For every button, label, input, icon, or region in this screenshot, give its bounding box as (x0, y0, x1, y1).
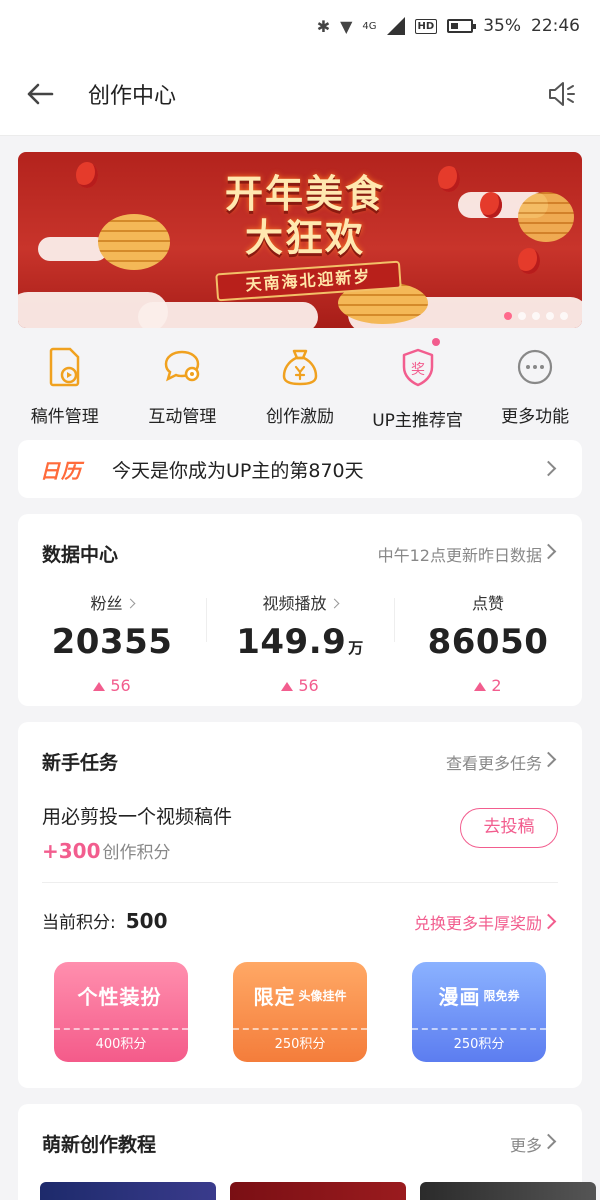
newbie-tasks-card: 新手任务 查看更多任务 用必剪投一个视频稿件 +300 创作积分 去投稿 当前积分… (18, 722, 582, 1088)
battery-icon (447, 19, 477, 33)
reward-cost: 400积分 (54, 1028, 188, 1062)
stat-delta: 56 (206, 676, 394, 695)
task-name: 用必剪投一个视频稿件 (42, 806, 233, 828)
more-tutorials-link[interactable]: 更多 (510, 1132, 542, 1156)
status-bar: ✱ ▼ 4G HD 35% 22:46 (0, 0, 600, 52)
quick-action-up-recommender[interactable]: 奖 UP主推荐官 (362, 338, 474, 431)
chevron-right-icon (329, 598, 339, 609)
carousel-indicator (504, 312, 568, 320)
carousel-dot[interactable] (532, 312, 540, 320)
clock: 22:46 (531, 16, 580, 36)
quick-action-manuscripts[interactable]: 稿件管理 (9, 340, 121, 430)
carousel-dot[interactable] (504, 312, 512, 320)
calendar-text: 今天是你成为UP主的第870天 (112, 459, 364, 482)
current-points: 当前积分: 500 (42, 909, 168, 933)
quick-actions: 稿件管理 互动管理 创作激励 奖 UP主推荐官 更多功能 (0, 338, 600, 431)
chevron-right-icon (540, 543, 557, 560)
stats-row: 粉丝 20355 56 视频播放 149.9 万 56 点赞 86050 2 (18, 590, 582, 695)
tutorial-thumbnail[interactable] (230, 1182, 406, 1200)
signal-icon (386, 17, 405, 35)
speaker-icon (549, 82, 575, 106)
calendar-badge: 日历 (40, 458, 82, 483)
stat-label: 视频播放 (206, 590, 394, 614)
stat-likes[interactable]: 点赞 86050 2 (394, 590, 582, 695)
money-bag-icon (282, 349, 318, 386)
tutorial-thumbnail[interactable] (420, 1182, 596, 1200)
carousel-dot[interactable] (546, 312, 554, 320)
stat-video-plays[interactable]: 视频播放 149.9 万 56 (206, 590, 394, 695)
battery-level: 35% (483, 16, 521, 36)
tutorial-list (40, 1182, 596, 1200)
up-triangle-icon (93, 682, 106, 691)
bluetooth-icon: ✱ (316, 16, 331, 36)
back-arrow-icon (27, 83, 54, 104)
banner-title: 开年美食 大狂欢 (200, 172, 410, 260)
chevron-right-icon (540, 913, 557, 930)
quick-action-label: 更多功能 (501, 407, 570, 427)
manuscript-icon (49, 347, 80, 387)
more-tasks-link[interactable]: 查看更多任务 (446, 750, 542, 774)
banner-title-line2: 大狂欢 (244, 216, 365, 260)
redeem-rewards-link[interactable]: 兑换更多丰厚奖励 (414, 910, 542, 934)
sound-toggle-button[interactable] (546, 78, 578, 110)
award-icon-wrap: 奖 (398, 338, 440, 392)
award-badge-icon: 奖 (402, 348, 433, 387)
reward-card-comic-coupon[interactable]: 漫画 限免券 250积分 (412, 962, 546, 1062)
promo-banner[interactable]: 开年美食 大狂欢 天南海北迎新岁 (18, 152, 582, 328)
stat-value: 20355 (51, 622, 173, 662)
quick-action-label: 互动管理 (148, 407, 217, 427)
page-title: 创作中心 (88, 83, 177, 109)
tutorials-title: 萌新创作教程 (42, 1134, 157, 1156)
quick-action-interactions[interactable]: 互动管理 (126, 340, 238, 430)
tutorial-thumbnail[interactable] (40, 1182, 216, 1200)
reward-card-avatar-frame[interactable]: 限定 头像挂件 250积分 (233, 962, 367, 1062)
wifi-icon: ▼ (340, 16, 353, 36)
submit-video-button[interactable]: 去投稿 (460, 808, 558, 848)
app-header: 创作中心 (0, 52, 600, 136)
stat-value: 149.9 万 (236, 622, 364, 662)
carousel-dot[interactable] (518, 312, 526, 320)
data-update-link[interactable]: 中午12点更新昨日数据 (378, 542, 542, 566)
stat-value: 86050 (427, 622, 549, 662)
quick-action-incentive[interactable]: 创作激励 (244, 340, 356, 430)
data-center-card: 数据中心 中午12点更新昨日数据 粉丝 20355 56 视频播放 149.9 万… (18, 514, 582, 706)
quick-action-label: 创作激励 (265, 407, 334, 427)
hd-badge: HD (414, 18, 438, 34)
comment-icon (165, 350, 200, 382)
notification-dot (431, 338, 440, 346)
up-triangle-icon (474, 682, 487, 691)
reward-card-costume[interactable]: 个性装扮 400积分 (54, 962, 188, 1062)
reward-cost: 250积分 (233, 1028, 367, 1062)
svg-text:奖: 奖 (411, 361, 425, 378)
more-icon (518, 349, 553, 385)
quick-action-label: 稿件管理 (30, 407, 99, 427)
stat-label: 粉丝 (18, 590, 206, 614)
carousel-dot[interactable] (560, 312, 568, 320)
chevron-right-icon (125, 598, 135, 609)
reward-cost: 250积分 (412, 1028, 546, 1062)
data-center-title: 数据中心 (42, 544, 119, 566)
banner-title-line1: 开年美食 (224, 172, 385, 216)
stat-followers[interactable]: 粉丝 20355 56 (18, 590, 206, 695)
stat-label: 点赞 (471, 594, 504, 613)
up-triangle-icon (281, 682, 294, 691)
task-reward: +300 创作积分 (42, 839, 171, 863)
divider (42, 882, 558, 883)
chevron-right-icon (540, 1133, 557, 1150)
chevron-right-icon (540, 460, 557, 477)
quick-action-more[interactable]: 更多功能 (479, 340, 591, 430)
chevron-right-icon (540, 751, 557, 768)
calendar-card[interactable]: 日历 今天是你成为UP主的第870天 (18, 440, 582, 498)
stat-delta: 2 (394, 676, 582, 695)
back-button[interactable] (0, 52, 80, 136)
tutorials-card: 萌新创作教程 更多 (18, 1104, 596, 1200)
quick-action-label: UP主推荐官 (372, 411, 463, 431)
stat-delta: 56 (18, 676, 206, 695)
tasks-title: 新手任务 (42, 752, 119, 774)
network-type: 4G (362, 20, 377, 32)
